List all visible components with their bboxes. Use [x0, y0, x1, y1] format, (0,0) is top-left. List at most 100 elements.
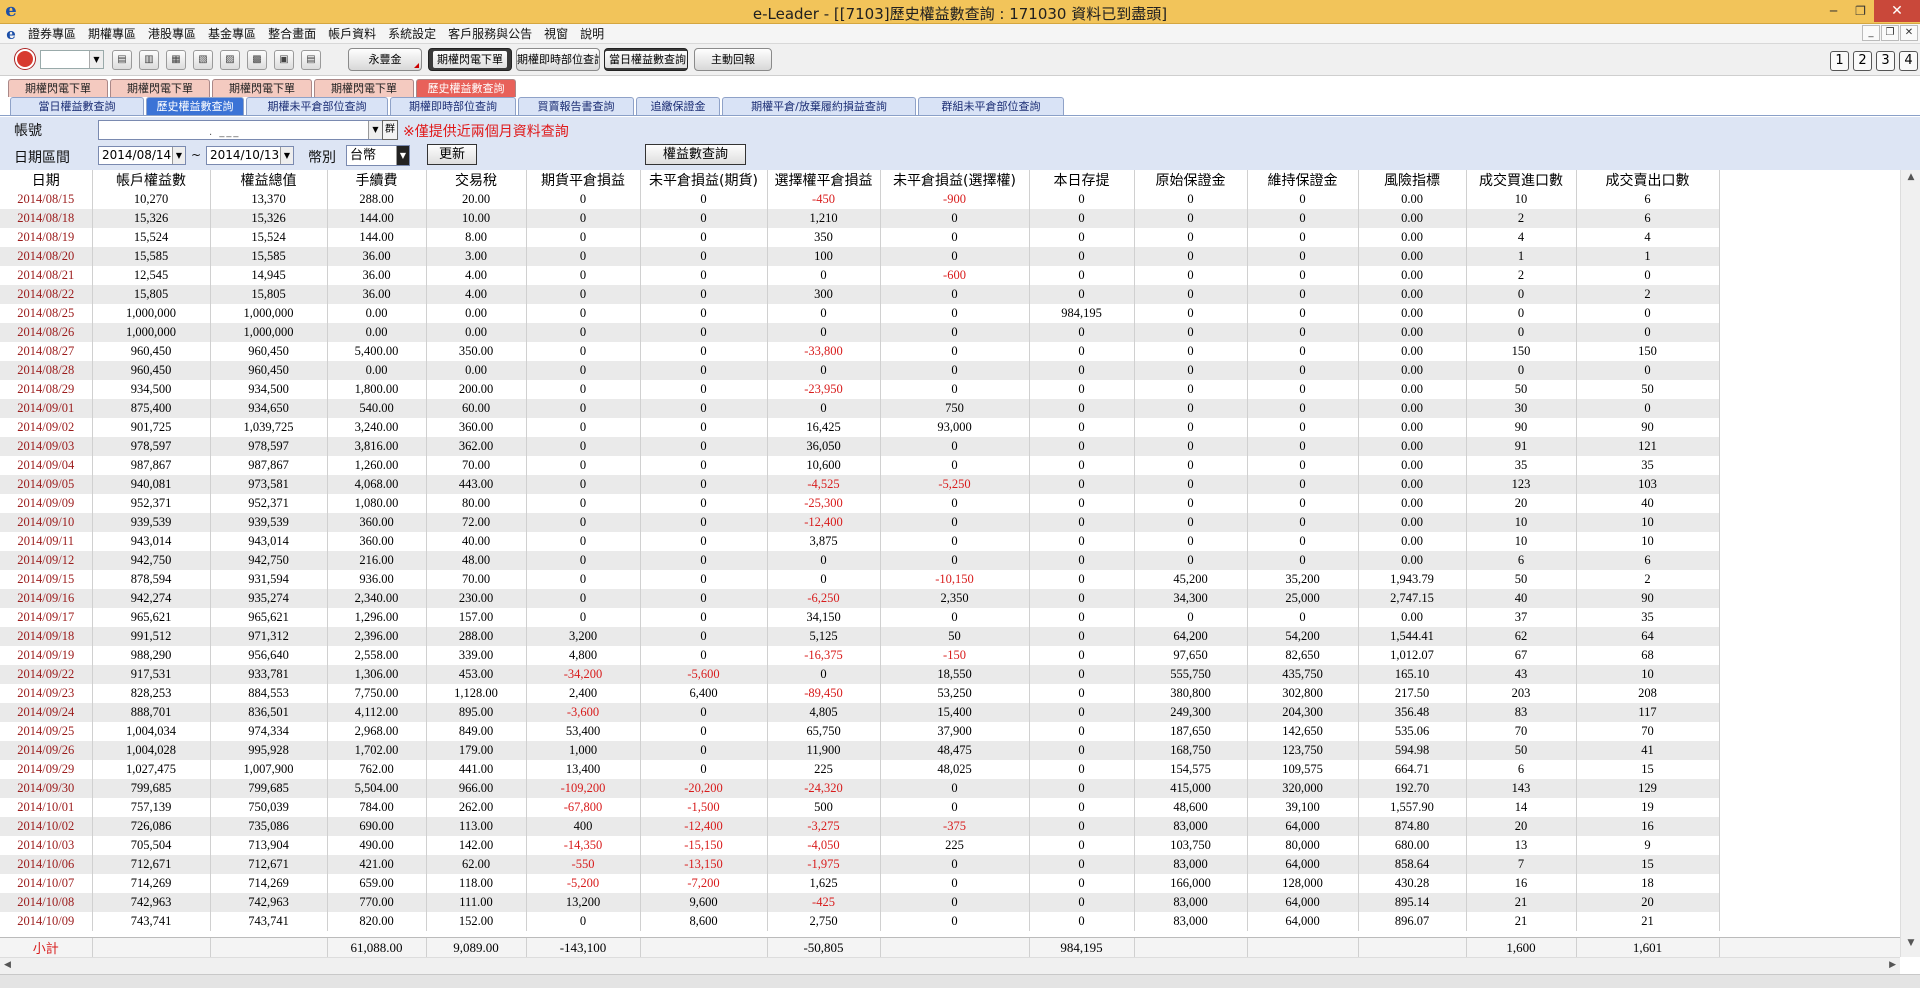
doc-icon-2[interactable]: ▥ [139, 50, 159, 70]
toolbar-combo[interactable]: ▼ [40, 50, 104, 69]
subtab-realtime-positions[interactable]: 期權即時部位查詢 [390, 97, 516, 115]
mdi-minimize-button[interactable]: _ [1862, 25, 1880, 41]
column-header[interactable]: 手續費 [327, 170, 427, 190]
table-row[interactable]: 2014/08/25 1,000,000 1,000,000 0.00 0.00 0 0 0 0… [0, 304, 1720, 323]
tab-flash-order-4[interactable]: 期權閃電下單 [314, 79, 414, 97]
table-row[interactable]: 2014/08/28 960,450 960,450 0.00 0.00 0 0 0 0 0 0 0 0… [0, 361, 1720, 380]
minimize-button[interactable]: ─ [1820, 0, 1847, 22]
menu-integrated-view[interactable]: 整合畫面 [262, 25, 322, 42]
menu-account[interactable]: 帳戶資料 [322, 25, 382, 42]
table-row[interactable]: 2014/08/26 1,000,000 1,000,000 0.00 0.00 0 0 0 0… [0, 323, 1720, 342]
chevron-down-icon[interactable]: ▼ [89, 51, 103, 68]
table-row[interactable]: 2014/10/01 757,139 750,039 784.00 262.00 -67,… [0, 798, 1720, 817]
table-row[interactable]: 2014/09/30 799,685 799,685 5,504.00 966.00 -1… [0, 779, 1720, 798]
doc-icon-4[interactable]: ▧ [193, 50, 213, 70]
chevron-down-icon[interactable]: ▼ [396, 146, 409, 165]
column-header[interactable]: 期貨平倉損益 [526, 170, 641, 190]
table-row[interactable]: 2014/09/04 987,867 987,867 1,260.00 70.00 0 0 1… [0, 456, 1720, 475]
table-row[interactable]: 2014/08/21 12,545 14,945 36.00 4.00 0 0 0 -600 0 0… [0, 266, 1720, 285]
table-row[interactable]: 2014/09/01 875,400 934,650 540.00 60.00 0 0 0 75… [0, 399, 1720, 418]
doc-icon-1[interactable]: ▤ [112, 50, 132, 70]
scroll-up-icon[interactable]: ▲ [1901, 172, 1920, 189]
table-row[interactable]: 2014/08/18 15,326 15,326 144.00 10.00 0 0 1,210… [0, 209, 1720, 228]
page-3-button[interactable]: 3 [1876, 51, 1895, 71]
column-header[interactable]: 成交賣出口數 [1576, 170, 1720, 190]
doc-icon-5[interactable]: ▨ [220, 50, 240, 70]
page-1-button[interactable]: 1 [1830, 51, 1849, 71]
table-row[interactable]: 2014/09/23 828,253 884,553 7,750.00 1,128.00… [0, 684, 1720, 703]
table-row[interactable]: 2014/09/10 939,539 939,539 360.00 72.00 0 0 -12… [0, 513, 1720, 532]
doc-icon-6[interactable]: ▩ [247, 50, 267, 70]
column-header[interactable]: 成交買進口數 [1466, 170, 1577, 190]
column-header[interactable]: 未平倉損益(選擇權) [880, 170, 1030, 190]
table-row[interactable]: 2014/08/19 15,524 15,524 144.00 8.00 0 0 350 0 0 0… [0, 228, 1720, 247]
table-row[interactable]: 2014/08/15 10,270 13,370 288.00 20.00 0 0 -450-… [0, 190, 1720, 209]
menu-customer-service[interactable]: 客戶服務與公告 [442, 25, 538, 42]
vertical-scrollbar[interactable]: ▲ ▼ [1900, 170, 1920, 957]
restore-button[interactable]: ❐ [1847, 0, 1874, 22]
table-row[interactable]: 2014/08/22 15,805 15,805 36.00 4.00 0 0 300 0 0 0 0… [0, 285, 1720, 304]
record-icon[interactable] [15, 49, 35, 69]
flash-order-button[interactable]: 期權閃電下單 [428, 48, 512, 71]
currency-select[interactable]: 台幣 ▼ [346, 145, 410, 166]
tab-flash-order-1[interactable]: 期權閃電下單 [8, 79, 108, 97]
page-4-button[interactable]: 4 [1899, 51, 1918, 71]
chevron-down-icon[interactable]: ▼ [172, 147, 185, 164]
table-row[interactable]: 2014/09/17 965,621 965,621 1,296.00 157.00 0 0… [0, 608, 1720, 627]
table-row[interactable]: 2014/10/08 742,963 742,963 770.00 111.00 13,2… [0, 893, 1720, 912]
doc-icon-8[interactable]: ▤ [301, 50, 321, 70]
table-row[interactable]: 2014/09/18 991,512 971,312 2,396.00 288.00 3,… [0, 627, 1720, 646]
column-header[interactable]: 本日存提 [1029, 170, 1135, 190]
mdi-restore-button[interactable]: ❐ [1881, 25, 1899, 41]
menu-help[interactable]: 說明 [574, 25, 610, 42]
mdi-close-button[interactable]: ✕ [1900, 25, 1918, 41]
table-row[interactable]: 2014/09/03 978,597 978,597 3,816.00 362.00 0 0… [0, 437, 1720, 456]
scroll-down-icon[interactable]: ▼ [1901, 938, 1920, 955]
table-row[interactable]: 2014/09/11 943,014 943,014 360.00 40.00 0 0 3,8… [0, 532, 1720, 551]
table-row[interactable]: 2014/09/02 901,725 1,039,725 3,240.00 360.00… [0, 418, 1720, 437]
chevron-down-icon[interactable]: ▼ [280, 147, 293, 164]
table-row[interactable]: 2014/09/26 1,004,028 995,928 1,702.00 179.00… [0, 741, 1720, 760]
refresh-button[interactable]: 更新 [427, 144, 477, 165]
sinopac-button[interactable]: 永豐金 [348, 48, 422, 71]
table-row[interactable]: 2014/10/02 726,086 735,086 690.00 113.00 400-… [0, 817, 1720, 836]
menu-logo-icon[interactable]: e [0, 25, 22, 43]
table-row[interactable]: 2014/10/09 743,741 743,741 820.00 152.00 0 8,6… [0, 912, 1720, 931]
date-to-picker[interactable]: 2014/10/13 ▼ [206, 146, 294, 165]
table-row[interactable]: 2014/08/27 960,450 960,450 5,400.00 350.00 0 0… [0, 342, 1720, 361]
subtab-history-equity[interactable]: 歷史權益數查詢 [146, 97, 244, 115]
menu-futures-options[interactable]: 期權專區 [82, 25, 142, 42]
subtab-margin-call[interactable]: 追繳保證金 [636, 97, 720, 115]
table-row[interactable]: 2014/09/24 888,701 836,501 4,112.00 895.00 -3… [0, 703, 1720, 722]
subtab-trade-report[interactable]: 買賣報告書查詢 [518, 97, 634, 115]
menu-securities[interactable]: 證券專區 [22, 25, 82, 42]
table-row[interactable]: 2014/09/09 952,371 952,371 1,080.00 80.00 0 0-… [0, 494, 1720, 513]
table-row[interactable]: 2014/09/16 942,274 935,274 2,340.00 230.00 0 0… [0, 589, 1720, 608]
menu-window[interactable]: 視窗 [538, 25, 574, 42]
table-row[interactable]: 2014/10/07 714,269 714,269 659.00 118.00 -5,2… [0, 874, 1720, 893]
column-header[interactable]: 風險指標 [1358, 170, 1467, 190]
subtab-open-positions[interactable]: 期權未平倉部位查詢 [246, 97, 388, 115]
horizontal-scrollbar[interactable]: ◀ ▶ [0, 957, 1900, 974]
table-row[interactable]: 2014/09/05 940,081 973,581 4,068.00 443.00 0 0… [0, 475, 1720, 494]
table-row[interactable]: 2014/09/12 942,750 942,750 216.00 48.00 0 0 0 0 0… [0, 551, 1720, 570]
active-report-button[interactable]: 主動回報 [694, 48, 772, 71]
date-from-picker[interactable]: 2014/08/14 ▼ [98, 146, 186, 165]
chevron-down-icon[interactable]: ▼ [368, 121, 382, 139]
column-header[interactable]: 帳戶權益數 [92, 170, 211, 190]
equity-query-button[interactable]: 權益數查詢 [645, 144, 746, 165]
page-2-button[interactable]: 2 [1853, 51, 1872, 71]
scroll-left-icon[interactable]: ◀ [4, 960, 11, 970]
table-row[interactable]: 2014/08/20 15,585 15,585 36.00 3.00 0 0 100 0 0 0 0… [0, 247, 1720, 266]
menu-funds[interactable]: 基金專區 [202, 25, 262, 42]
table-row[interactable]: 2014/09/22 917,531 933,781 1,306.00 453.00 -3… [0, 665, 1720, 684]
table-row[interactable]: 2014/09/29 1,027,475 1,007,900 762.00 441.00… [0, 760, 1720, 779]
column-header[interactable]: 未平倉損益(期貨) [640, 170, 768, 190]
doc-icon-3[interactable]: ▦ [166, 50, 186, 70]
table-row[interactable]: 2014/08/29 934,500 934,500 1,800.00 200.00 0 0… [0, 380, 1720, 399]
subtab-closed-pnl[interactable]: 期權平倉/放棄履約損益查詢 [722, 97, 916, 115]
close-button[interactable]: ✕ [1874, 0, 1920, 22]
tab-flash-order-2[interactable]: 期權閃電下單 [110, 79, 210, 97]
daily-equity-button[interactable]: 當日權益數查詢 [604, 48, 688, 71]
realtime-position-button[interactable]: 期權即時部位查詢 [516, 48, 600, 71]
